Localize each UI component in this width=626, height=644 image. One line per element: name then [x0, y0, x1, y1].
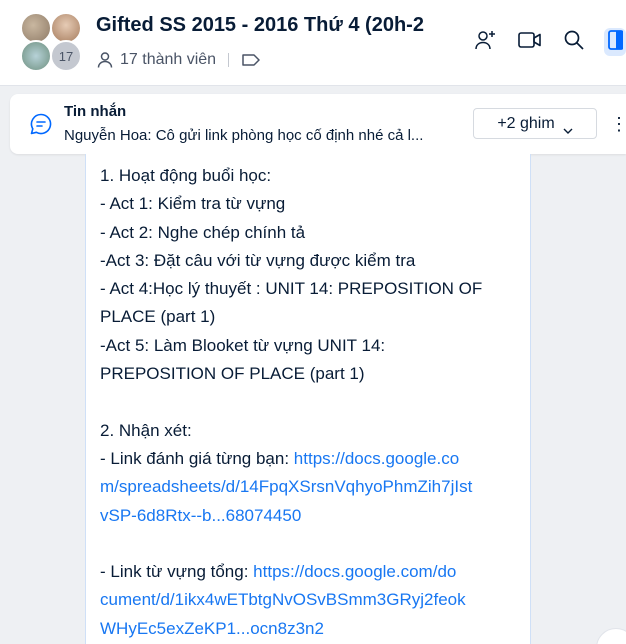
- message-line: PREPOSITION OF PLACE (part 1): [100, 364, 365, 384]
- avatar-count-badge: 17: [50, 40, 82, 72]
- member-icon: [96, 51, 114, 69]
- pinned-message-bar[interactable]: Tin nhắn Nguyễn Hoa: Cô gửi link phòng h…: [10, 94, 626, 154]
- pinned-options-button[interactable]: ⋮: [610, 114, 626, 135]
- vocabulary-link[interactable]: cument/d/1ikx4wETbtgNvOSvBSmm3GRyj2feok: [100, 586, 520, 614]
- vocabulary-link[interactable]: WHyEc5exZeKP1...ocn8z3n2: [100, 615, 520, 643]
- message-line: 2. Nhận xét:: [100, 420, 192, 440]
- chat-bubble-icon: [29, 112, 53, 136]
- pinned-type-label: Tin nhắn: [64, 103, 127, 120]
- link-label: - Link đánh giá từng bạn:: [100, 448, 294, 468]
- group-avatar[interactable]: 17: [20, 12, 84, 74]
- video-call-button[interactable]: [516, 28, 544, 56]
- more-pins-label: +2 ghim: [497, 114, 555, 132]
- video-call-icon: [517, 30, 543, 55]
- conversation-title[interactable]: Gifted SS 2015 - 2016 Thứ 4 (20h-2: [96, 14, 448, 37]
- add-member-icon: [473, 28, 497, 57]
- assessment-link[interactable]: https://docs.google.co: [294, 449, 459, 468]
- message-line: 1. Hoạt động buổi học:: [100, 166, 272, 185]
- divider: [228, 53, 230, 67]
- chat-header: 17 Gifted SS 2015 - 2016 Thứ 4 (20h-2 17…: [0, 0, 626, 86]
- add-member-button[interactable]: [471, 28, 499, 56]
- scroll-control[interactable]: [596, 628, 626, 644]
- toggle-side-panel-button[interactable]: [604, 28, 626, 56]
- tag-icon[interactable]: [241, 52, 261, 68]
- message-line: - Act 1: Kiểm tra từ vựng: [100, 194, 286, 214]
- message-line: -Act 5: Làm Blooket từ vựng UNIT 14:: [100, 335, 386, 355]
- message-line: -Act 3: Đặt câu với từ vựng được kiểm tr…: [100, 250, 416, 270]
- member-avatar: [20, 40, 52, 72]
- pinned-message-preview[interactable]: Nguyễn Hoa: Cô gửi link phòng học cố địn…: [64, 127, 464, 144]
- chevron-down-icon: [563, 121, 573, 134]
- message-line: - Link đánh giá từng bạn: https://docs.g…: [100, 445, 520, 473]
- side-panel-icon: [607, 29, 624, 56]
- message-line: - Link từ vựng tổng: https://docs.google…: [100, 558, 520, 586]
- search-icon: [563, 29, 585, 56]
- search-button[interactable]: [560, 28, 588, 56]
- message-line: - Act 4:Học lý thuyết : UNIT 14: PREPOSI…: [100, 279, 483, 299]
- message-line: PLACE (part 1): [100, 307, 216, 327]
- assessment-link[interactable]: vSP-6d8Rtx--b...68074450: [100, 502, 520, 530]
- message-content: 1. Hoạt động buổi học: - Act 1: Kiểm tra…: [100, 162, 520, 643]
- conversation-subtitle: 17 thành viên: [96, 50, 261, 70]
- more-pins-button[interactable]: +2 ghim: [473, 108, 597, 139]
- link-label: - Link từ vựng tổng:: [100, 562, 254, 582]
- member-count-link[interactable]: 17 thành viên: [120, 51, 216, 69]
- assessment-link[interactable]: m/spreadsheets/d/14FpqXSrsnVqhyoPhmZih7j…: [100, 473, 520, 501]
- vocabulary-link[interactable]: https://docs.google.com/do: [253, 562, 456, 581]
- message-line: - Act 2: Nghe chép chính tả: [100, 222, 306, 242]
